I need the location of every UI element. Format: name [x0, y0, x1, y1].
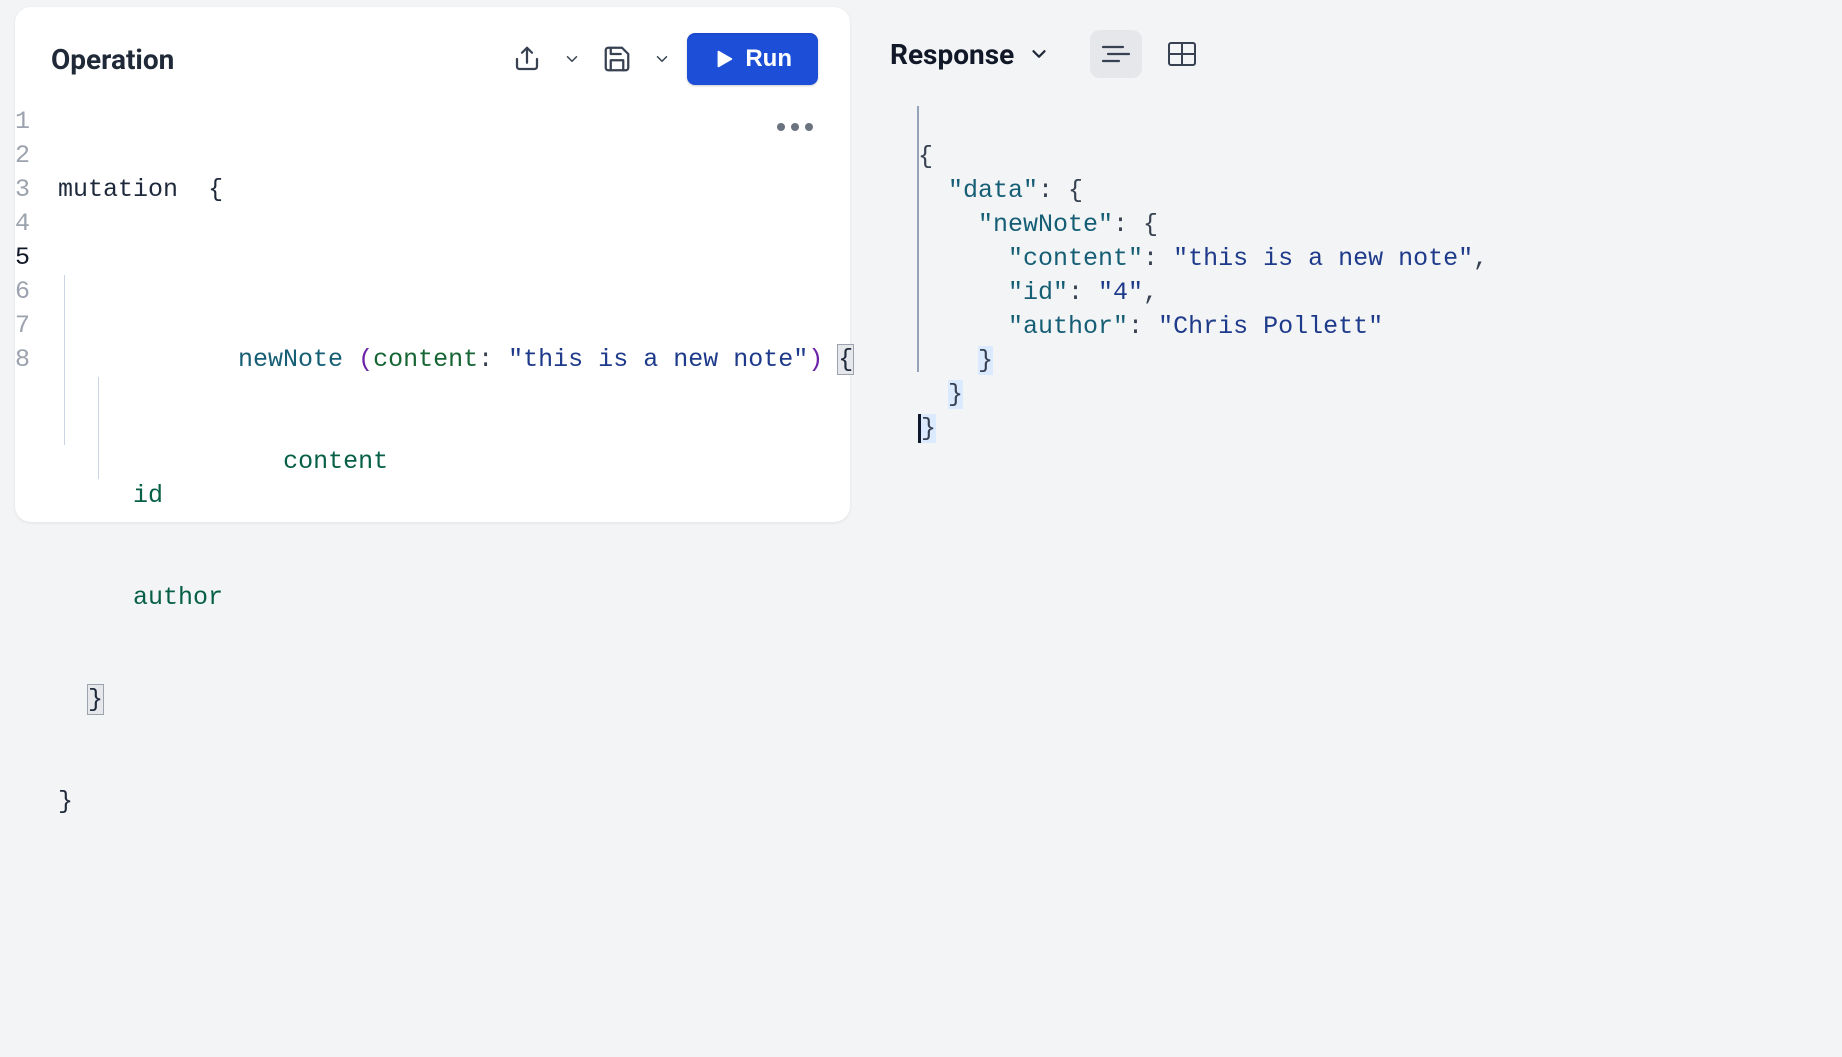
code-line — [58, 887, 853, 921]
line-number-gutter: 1 2 3 4 5 6 7 8 — [15, 105, 58, 1057]
operation-panel: Operation — [15, 7, 850, 522]
response-title: Response — [890, 38, 1014, 71]
run-button-label: Run — [745, 45, 792, 73]
line-number: 3 — [15, 173, 30, 207]
line-number: 6 — [15, 275, 30, 309]
code-area[interactable]: mutation { newNote (content: "this is a … — [58, 105, 853, 1057]
fold-indicator — [917, 106, 919, 372]
code-line: } — [58, 785, 853, 819]
operation-title: Operation — [51, 43, 174, 76]
response-body[interactable]: { "data": { "newNote": { "content": "thi… — [918, 106, 1842, 446]
operation-toolbar: Run — [507, 33, 818, 85]
code-line: content — [58, 377, 853, 411]
response-view-toggle — [1090, 30, 1208, 78]
code-line: author — [58, 581, 853, 615]
json-view-icon — [1101, 42, 1131, 66]
share-menu-button[interactable] — [561, 39, 583, 79]
share-icon — [512, 44, 542, 74]
code-editor[interactable]: 1 2 3 4 5 6 7 8 mutation { newNote (cont… — [15, 95, 850, 1057]
code-line: newNote (content: "this is a new note") … — [58, 275, 853, 309]
code-line: id — [58, 479, 853, 513]
chevron-down-icon — [1028, 43, 1050, 65]
more-options-icon — [777, 123, 785, 131]
response-header: Response — [890, 30, 1842, 78]
chevron-down-icon — [653, 50, 671, 68]
line-number: 4 — [15, 207, 30, 241]
run-button[interactable]: Run — [687, 33, 818, 85]
share-button[interactable] — [507, 39, 547, 79]
table-view-button[interactable] — [1156, 30, 1208, 78]
line-number: 1 — [15, 105, 30, 139]
response-title-dropdown[interactable]: Response — [890, 38, 1050, 71]
line-number: 7 — [15, 309, 30, 343]
line-number: 8 — [15, 343, 30, 377]
response-panel: Response { "data": { "newNote": { "conte… — [860, 0, 1842, 574]
save-icon — [602, 44, 632, 74]
save-button[interactable] — [597, 39, 637, 79]
more-options-icon — [805, 123, 813, 131]
operation-header: Operation — [15, 7, 850, 95]
chevron-down-icon — [563, 50, 581, 68]
more-options-icon — [791, 123, 799, 131]
line-number: 5 — [15, 241, 30, 275]
table-view-icon — [1167, 41, 1197, 67]
play-icon — [713, 48, 735, 70]
json-view-button[interactable] — [1090, 30, 1142, 78]
save-menu-button[interactable] — [651, 39, 673, 79]
more-options-button[interactable] — [777, 123, 813, 131]
code-line: } — [58, 683, 853, 717]
line-number: 2 — [15, 139, 30, 173]
code-line: mutation { — [58, 173, 853, 207]
